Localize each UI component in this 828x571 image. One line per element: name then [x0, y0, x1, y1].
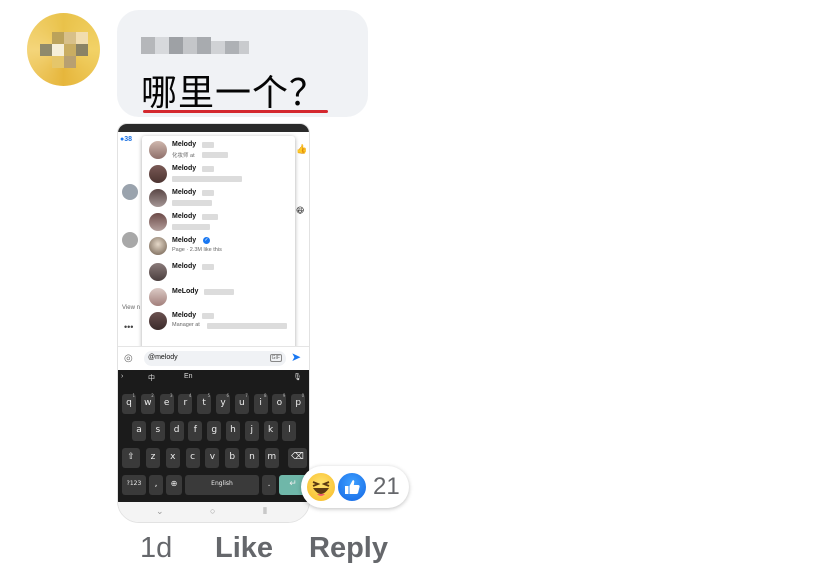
period-key[interactable]: . [262, 475, 276, 495]
nav-back-icon[interactable]: ⌄ [156, 506, 164, 517]
like-button[interactable]: Like [215, 532, 273, 565]
key-j[interactable]: j [244, 421, 259, 441]
view-more-hint: View n [122, 305, 140, 311]
mention-avatar [149, 141, 167, 159]
key-x[interactable]: x [165, 448, 180, 468]
mention-avatar [149, 165, 167, 183]
key-w[interactable]: w2 [140, 393, 155, 414]
key-r[interactable]: r4 [178, 393, 193, 414]
comment-input-bar: ◎ @melody GIF ➤ [118, 346, 309, 371]
key-l[interactable]: l [282, 421, 297, 441]
mention-item[interactable]: Melody [142, 261, 295, 285]
key-q[interactable]: q1 [122, 393, 136, 414]
commenter-name-blurred[interactable] [141, 37, 249, 54]
attached-screenshot[interactable]: ●38 View n ••• 👍 😆 Melody 化妆师 at Melody … [117, 123, 310, 523]
like-icon [336, 471, 368, 503]
key-z[interactable]: z [146, 448, 160, 468]
bg-avatar [122, 184, 138, 200]
key-p[interactable]: p0 [291, 393, 306, 414]
key-b[interactable]: b [225, 448, 240, 468]
nav-home-icon[interactable]: ○ [210, 506, 215, 516]
mention-item[interactable]: Melody ✓ Page · 2.3M like this [142, 235, 295, 259]
key-number-hint: 1 [132, 393, 135, 398]
mention-item[interactable]: Melody [142, 163, 295, 187]
shift-key[interactable]: ⇧ [122, 448, 140, 468]
globe-icon[interactable]: ⊕ [166, 475, 182, 495]
mention-item[interactable]: Melody [142, 187, 295, 211]
key-n[interactable]: n [245, 448, 259, 468]
on-screen-keyboard: › 中 En 🎙 q1w2e3r4t5y6u7i8o9p0 asdfghjkl … [118, 370, 309, 502]
comment-underline-decoration [143, 110, 328, 113]
mention-item[interactable]: Melody 化妆师 at [142, 139, 295, 163]
key-u[interactable]: u7 [234, 393, 249, 414]
key-c[interactable]: c [185, 448, 200, 468]
phone-status-bar [118, 124, 309, 132]
bg-like-icon: 👍 [296, 144, 308, 154]
comma-key[interactable]: , [149, 475, 163, 495]
key-d[interactable]: d [169, 421, 184, 441]
chevron-right-icon[interactable]: › [121, 373, 123, 380]
key-e[interactable]: e3 [159, 393, 174, 414]
microphone-icon[interactable]: 🎙 [293, 373, 302, 381]
key-a[interactable]: a [132, 421, 146, 441]
bg-avatar [122, 232, 138, 248]
nav-recents-icon[interactable]: ⦀ [263, 506, 267, 517]
screenshot-top-count: ●38 [120, 136, 133, 143]
lang-english[interactable]: En [184, 373, 193, 380]
mention-item[interactable]: MeLody [142, 286, 295, 310]
mention-avatar [149, 213, 167, 231]
typing-dots: ••• [124, 322, 134, 332]
send-icon[interactable]: ➤ [291, 350, 301, 364]
key-s[interactable]: s [150, 421, 165, 441]
key-y[interactable]: y6 [216, 393, 230, 414]
mention-suggestions: Melody 化妆师 at Melody Melody Melody Melod… [142, 136, 295, 354]
key-number-hint: 6 [226, 393, 229, 398]
key-number-hint: 9 [282, 393, 286, 398]
key-number-hint: 8 [264, 393, 267, 398]
verified-badge-icon: ✓ [203, 237, 210, 244]
reaction-summary[interactable]: 21 [301, 466, 409, 508]
key-number-hint: 0 [301, 393, 305, 398]
mention-avatar [149, 189, 167, 207]
key-i[interactable]: i8 [253, 393, 268, 414]
camera-icon[interactable]: ◎ [124, 353, 133, 364]
mention-avatar [149, 312, 167, 330]
keyboard-toolbar: › 中 En 🎙 [118, 370, 309, 386]
reply-button[interactable]: Reply [309, 532, 388, 565]
key-o[interactable]: o9 [272, 393, 287, 414]
system-nav-bar: ⌄ ○ ⦀ [118, 502, 309, 522]
key-f[interactable]: f [188, 421, 203, 441]
key-number-hint: 7 [245, 393, 248, 398]
comment-text: 哪里一个？ [141, 73, 327, 114]
space-key[interactable]: English [185, 475, 259, 495]
mention-item[interactable]: Melody Manager at [142, 310, 295, 334]
mention-avatar [149, 288, 167, 306]
key-v[interactable]: v [205, 448, 220, 468]
key-k[interactable]: k [263, 421, 278, 441]
key-t[interactable]: t5 [197, 393, 212, 414]
key-m[interactable]: m [264, 448, 279, 468]
mention-avatar [149, 237, 167, 255]
key-g[interactable]: g [207, 421, 222, 441]
key-number-hint: 5 [207, 393, 211, 398]
backspace-key[interactable]: ⌫ [288, 448, 307, 468]
mention-avatar [149, 263, 167, 281]
comment-timestamp[interactable]: 1d [140, 532, 172, 565]
haha-icon [305, 471, 337, 503]
lang-chinese[interactable]: 中 [148, 373, 155, 383]
comment-input[interactable]: @melody GIF [144, 351, 286, 366]
key-number-hint: 3 [170, 393, 173, 398]
mode-switch-key[interactable]: ?123 [122, 475, 146, 495]
reaction-count: 21 [373, 473, 400, 500]
mention-item[interactable]: Melody [142, 211, 295, 235]
key-number-hint: 2 [151, 393, 154, 398]
key-h[interactable]: h [226, 421, 240, 441]
bg-emoji-icon: 😆 [296, 206, 305, 215]
commenter-avatar[interactable] [27, 13, 100, 86]
key-number-hint: 4 [188, 393, 192, 398]
gif-icon[interactable]: GIF [269, 354, 282, 362]
